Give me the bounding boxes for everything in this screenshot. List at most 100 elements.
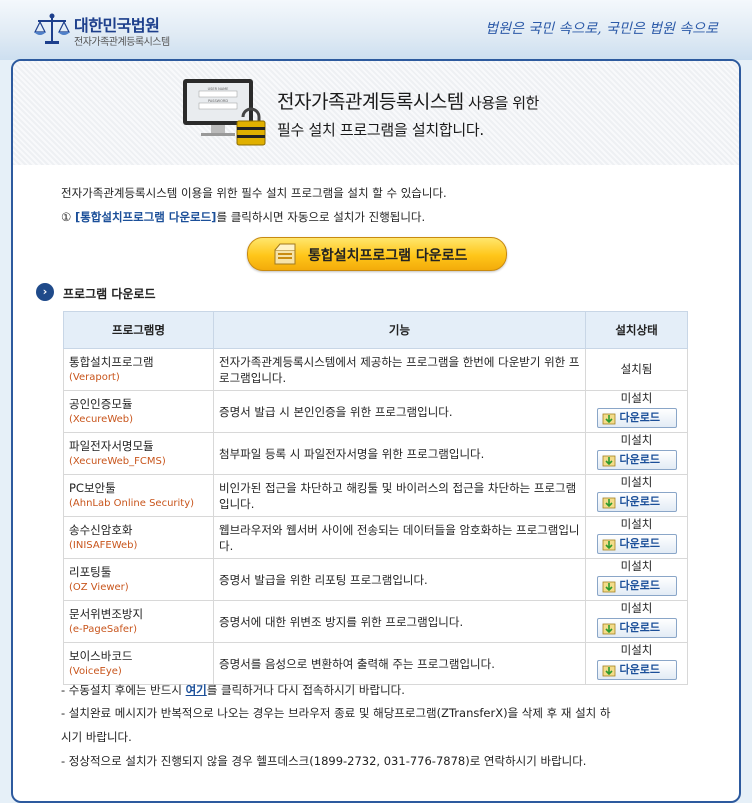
download-arrow-icon — [602, 539, 615, 551]
table-row: 리포팅툴 (OZ Viewer) 증명서 발급을 위한 리포팅 프로그램입니다. … — [63, 558, 688, 601]
download-arrow-icon — [602, 413, 615, 425]
program-cell: PC보안툴 (AhnLab Online Security) — [63, 474, 214, 517]
svg-text:USER NAME: USER NAME — [208, 87, 229, 91]
program-description: 비인가된 접근을 차단하고 해킹툴 및 바이러스의 접근을 차단하는 프로그램입… — [213, 474, 586, 517]
status-cell: 미설치다운로드 — [585, 516, 688, 559]
download-button[interactable]: 다운로드 — [596, 618, 677, 638]
download-button[interactable]: 다운로드 — [596, 408, 677, 428]
status-cell: 미설치다운로드 — [585, 432, 688, 475]
program-cell: 공인인증모듈 (XecureWeb) — [63, 390, 214, 433]
install-status: 미설치 — [620, 433, 653, 447]
program-description: 첨부파일 등록 시 파일전자서명을 위한 프로그램입니다. — [213, 432, 586, 475]
court-logo[interactable]: 대한민국법원 전자가족관계등록시스템 — [32, 8, 212, 48]
program-name: 보이스바코드 — [69, 648, 133, 663]
hero-subtitle: 필수 설치 프로그램을 설치합니다. — [277, 121, 484, 139]
scales-of-justice-icon — [34, 13, 70, 44]
download-button[interactable]: 다운로드 — [596, 450, 677, 470]
hero-title-main: 전자가족관계등록시스템 — [277, 91, 464, 113]
note-reinstall: - 설치완료 메시지가 반복적으로 나오는 경우는 브라우저 종료 및 해당프로… — [61, 706, 611, 720]
chevron-right-circle-icon: › — [36, 283, 54, 301]
install-status: 미설치 — [620, 601, 653, 615]
program-table: 프로그램명 기능 설치상태 통합설치프로그램 (Veraport) 전자가족관계등… — [63, 311, 688, 685]
program-module: (e-PageSafer) — [69, 623, 138, 635]
program-description: 전자가족관계등록시스템에서 제공하는 프로그램을 한번에 다운받기 위한 프로그… — [213, 348, 586, 391]
status-cell: 미설치다운로드 — [585, 474, 688, 517]
install-status: 미설치 — [620, 475, 653, 489]
hero-title: 전자가족관계등록시스템 사용을 위한 — [277, 87, 539, 114]
download-arrow-icon — [602, 623, 615, 635]
program-cell: 파일전자서명모듈 (XecureWeb_FCMS) — [63, 432, 214, 475]
install-status: 미설치 — [620, 559, 653, 573]
program-cell: 통합설치프로그램 (Veraport) — [63, 348, 214, 391]
integrated-install-download-button[interactable]: 통합설치프로그램 다운로드 — [247, 237, 507, 271]
table-row: 공인인증모듈 (XecureWeb) 증명서 발급 시 본인인증을 위한 프로그램… — [63, 390, 688, 433]
install-package-icon — [274, 243, 296, 265]
computer-lock-icon: USER NAME PASSWORD — [183, 79, 266, 146]
top-banner: 대한민국법원 전자가족관계등록시스템 법원은 국민 속으로, 국민은 법원 속으… — [0, 0, 752, 60]
download-button-label: 다운로드 — [619, 579, 660, 592]
column-header-function: 기능 — [213, 311, 586, 349]
program-module: (Veraport) — [69, 371, 120, 383]
status-cell: 미설치다운로드 — [585, 558, 688, 601]
here-link[interactable]: 여기 — [186, 683, 207, 697]
column-header-install-status: 설치상태 — [585, 311, 688, 349]
program-name: 파일전자서명모듈 — [69, 438, 154, 453]
program-module: (XecureWeb) — [69, 413, 134, 425]
intro-instruction-prefix: ① — [61, 210, 75, 224]
status-cell: 미설치다운로드 — [585, 390, 688, 433]
program-cell: 문서위변조방지 (e-PageSafer) — [63, 600, 214, 643]
table-row: PC보안툴 (AhnLab Online Security) 비인가된 접근을 차… — [63, 474, 688, 517]
table-row: 보이스바코드 (VoiceEye) 증명서를 음성으로 변환하여 출력해 주는 프… — [63, 642, 688, 685]
download-arrow-icon — [602, 581, 615, 593]
system-name-header: 전자가족관계등록시스템 — [74, 37, 170, 48]
note-text: - 수동설치 후에는 반드시 — [61, 683, 186, 697]
section-title: 프로그램 다운로드 — [63, 287, 156, 301]
table-row: 송수신암호화 (INISAFEWeb) 웹브라우저와 웹서버 사이에 전송되는 데… — [63, 516, 688, 559]
hero-title-suffix: 사용을 위한 — [463, 94, 539, 112]
program-module: (VoiceEye) — [69, 665, 122, 677]
download-arrow-icon — [602, 455, 615, 467]
note-text: 를 클릭하거나 다시 접속하시기 바랍니다. — [206, 683, 405, 697]
program-name: 리포팅툴 — [69, 564, 112, 579]
note-manual-install: - 수동설치 후에는 반드시 여기를 클릭하거나 다시 접속하시기 바랍니다. — [61, 682, 405, 698]
table-row: 통합설치프로그램 (Veraport) 전자가족관계등록시스템에서 제공하는 프로… — [63, 348, 688, 391]
status-cell: 미설치다운로드 — [585, 600, 688, 643]
program-description: 증명서를 음성으로 변환하여 출력해 주는 프로그램입니다. — [213, 642, 586, 685]
program-cell: 송수신암호화 (INISAFEWeb) — [63, 516, 214, 559]
program-name: 문서위변조방지 — [69, 606, 144, 621]
download-arrow-icon — [602, 665, 615, 677]
program-module: (INISAFEWeb) — [69, 539, 138, 551]
program-module: (AhnLab Online Security) — [69, 497, 195, 509]
download-button[interactable]: 다운로드 — [596, 660, 677, 680]
status-cell: 미설치 다운로드 — [585, 642, 688, 685]
table-header-row: 프로그램명 기능 설치상태 — [63, 311, 688, 349]
program-description: 웹브라우저와 웹서버 사이에 전송되는 데이터들을 암호화하는 프로그램입니다. — [213, 516, 586, 559]
program-module: (OZ Viewer) — [69, 581, 129, 593]
download-button-label: 다운로드 — [619, 411, 660, 424]
program-name: 송수신암호화 — [69, 522, 133, 537]
hero-banner: USER NAME PASSWORD 전자가족관계등록시스템 사용을 위한 필수… — [13, 61, 739, 165]
program-description: 증명서 발급 시 본인인증을 위한 프로그램입니다. — [213, 390, 586, 433]
note-reinstall-continued: 시기 바랍니다. — [61, 730, 132, 744]
download-button-label: 다운로드 — [619, 663, 660, 676]
install-status: 미설치 — [620, 391, 653, 405]
note-helpdesk: - 정상적으로 설치가 진행되지 않을 경우 헬프데스크(1899-2732, … — [61, 754, 587, 768]
download-button-label: 다운로드 — [619, 453, 660, 466]
download-button[interactable]: 다운로드 — [596, 492, 677, 512]
install-status: 미설치 — [620, 517, 653, 531]
table-row: 파일전자서명모듈 (XecureWeb_FCMS) 첨부파일 등록 시 파일전자서… — [63, 432, 688, 475]
intro-instruction: ① [통합설치프로그램 다운로드]를 클릭하시면 자동으로 설치가 진행됩니다. — [61, 209, 425, 225]
program-description: 증명서 발급을 위한 리포팅 프로그램입니다. — [213, 558, 586, 601]
slogan: 법원은 국민 속으로, 국민은 법원 속으로 — [485, 21, 718, 37]
install-status: 설치됨 — [620, 362, 653, 376]
program-name: 통합설치프로그램 — [69, 354, 154, 369]
table-row: 문서위변조방지 (e-PageSafer) 증명서에 대한 위변조 방지를 위한 … — [63, 600, 688, 643]
install-button-label: 통합설치프로그램 다운로드 — [308, 248, 468, 264]
intro-link-text: [통합설치프로그램 다운로드] — [74, 210, 217, 224]
download-button[interactable]: 다운로드 — [596, 576, 677, 596]
download-button-label: 다운로드 — [619, 495, 660, 508]
intro-instruction-suffix: 를 클릭하시면 자동으로 설치가 진행됩니다. — [216, 210, 426, 224]
download-button-label: 다운로드 — [619, 537, 660, 550]
download-button[interactable]: 다운로드 — [596, 534, 677, 554]
status-cell: 설치됨 — [585, 348, 688, 391]
